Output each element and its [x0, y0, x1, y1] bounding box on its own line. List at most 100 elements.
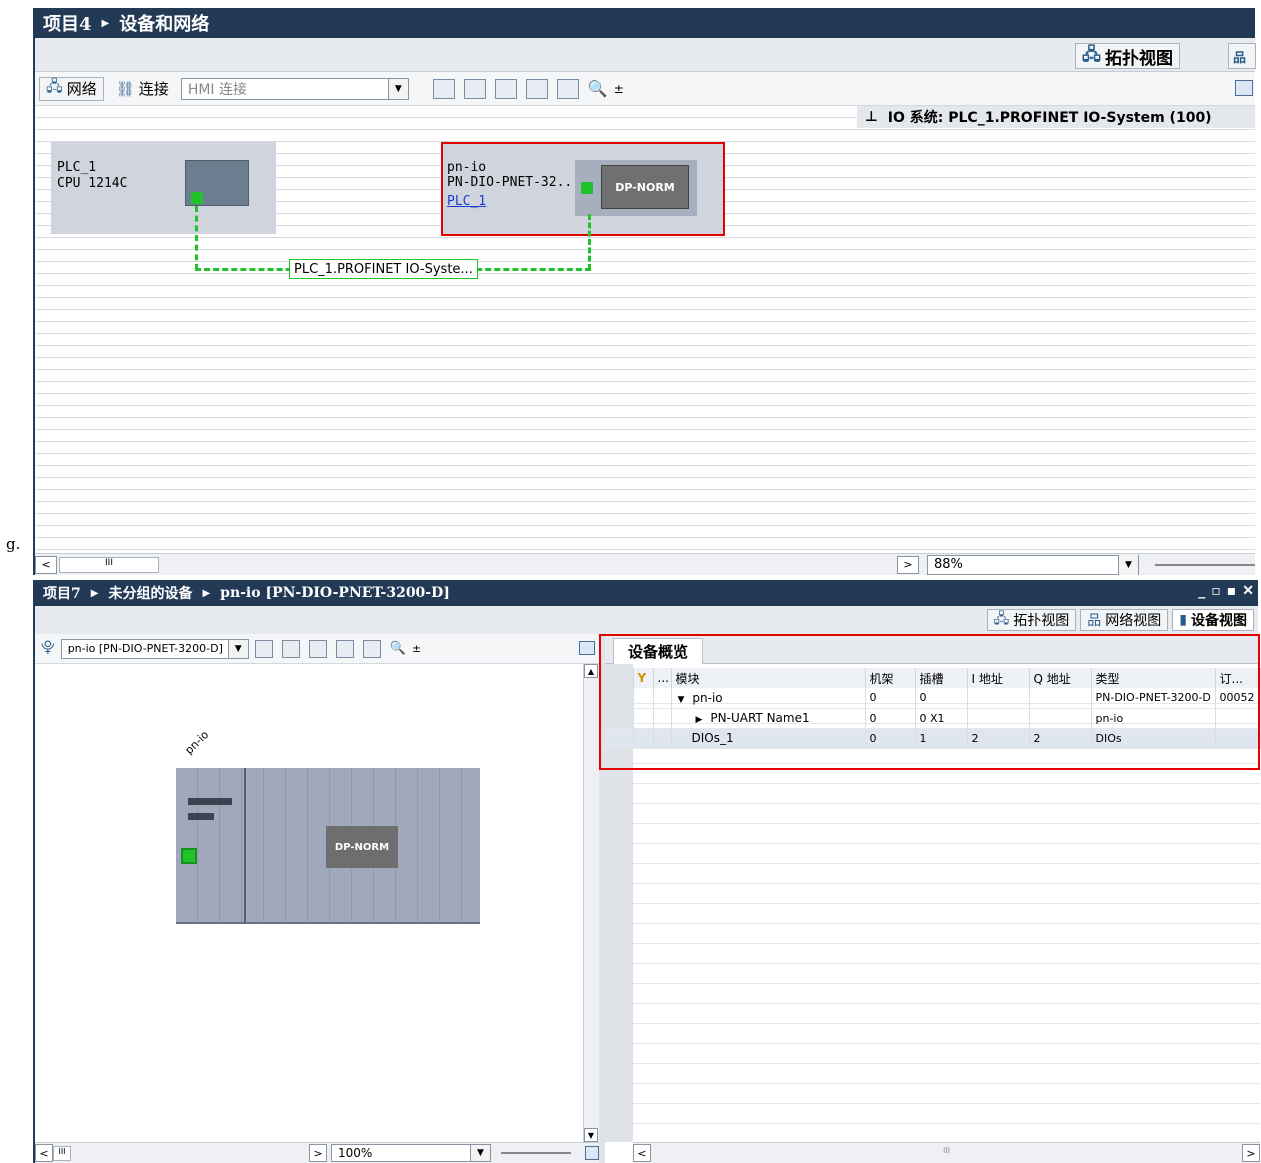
top-horizontal-scrollbar[interactable]: < III > 88% ▼ [35, 553, 1255, 575]
col-slot[interactable]: 插槽 [915, 668, 968, 688]
scroll-thumb[interactable]: III [651, 1146, 1242, 1161]
device-select[interactable]: pn-io [PN-DIO-PNET-3200-D] ▼ [60, 638, 249, 659]
bottom-breadcrumb: 项目7 ▶ 未分组的设备 ▶ pn-io [PN-DIO-PNET-3200-D… [35, 580, 1258, 606]
pnio-port-icon[interactable] [581, 182, 593, 194]
plc-device[interactable]: PLC_1 CPU 1214C [51, 142, 276, 234]
col-q-address[interactable]: Q 地址 [1029, 668, 1092, 688]
expand-panel-icon[interactable] [579, 641, 595, 655]
scroll-left-icon[interactable]: < [35, 1144, 53, 1162]
overview-horizontal-scrollbar[interactable]: < III > [633, 1142, 1260, 1163]
network-view-tab[interactable]: 品网络视图 [1080, 609, 1169, 631]
device-tree-icon[interactable]: ⯓ [41, 637, 55, 661]
grid-icon[interactable] [335, 639, 354, 658]
breadcrumb-project[interactable]: 项目7 [43, 583, 81, 603]
device-overview-tab[interactable]: 设备概览 [613, 638, 704, 664]
zoom-dropdown-icon[interactable]: ± [614, 82, 624, 96]
zoom-slider[interactable] [501, 1152, 571, 1154]
scroll-left-icon[interactable]: < [633, 1144, 651, 1162]
scroll-thumb[interactable]: III [53, 1145, 71, 1161]
pin-icon[interactable]: ⊥ [865, 109, 878, 125]
float-icon[interactable]: ▫ [1211, 583, 1221, 599]
name-toggle-icon[interactable] [281, 639, 300, 658]
order-cell: 00052 [1215, 688, 1261, 709]
breadcrumb-ungrouped[interactable]: 未分组的设备 [108, 583, 192, 603]
breadcrumb-device[interactable]: pn-io [PN-DIO-PNET-3200-D] [220, 585, 450, 601]
status-cell [653, 708, 672, 729]
scroll-right-icon[interactable]: > [897, 555, 919, 574]
port-icon[interactable] [181, 848, 197, 864]
close-icon[interactable]: ✕ [1242, 583, 1254, 599]
device-canvas[interactable]: pn-io DP-NORM [35, 664, 583, 1142]
q-cell [1029, 708, 1092, 729]
breadcrumb-devices-networks[interactable]: 设备和网络 [119, 10, 209, 36]
topology-view-button[interactable]: 🖧 拓扑视图 [1075, 43, 1180, 69]
network-button[interactable]: 🖧 网络 [39, 76, 104, 101]
profinet-io-system-label[interactable]: PLC_1.PROFINET IO-Syste... [289, 259, 478, 279]
row-header-cell [605, 728, 634, 749]
topology-view-label: 拓扑视图 [1104, 48, 1173, 69]
split-view-icon[interactable] [362, 639, 381, 658]
split-view-icon[interactable] [556, 78, 579, 99]
device-view-tab[interactable]: ▮ 设备视图 [1172, 609, 1254, 631]
col-rack[interactable]: 机架 [865, 668, 916, 688]
diagnostics-icon[interactable]: Y [633, 668, 654, 688]
table-row[interactable]: ▼ pn-io 0 0 PN-DIO-PNET-3200-D 00052 [605, 688, 1261, 709]
device-rack[interactable]: DP-NORM [176, 768, 480, 924]
pnio-plc-link[interactable]: PLC_1 [447, 194, 580, 209]
interface-bar-icon [188, 798, 232, 805]
name-toggle-icon[interactable] [432, 78, 455, 99]
network-view-icon-button[interactable]: 品 [1228, 43, 1256, 69]
col-module[interactable]: 模块 [671, 668, 866, 688]
zoom-icon[interactable]: 🔍 [390, 641, 406, 656]
col-order[interactable]: 订... [1215, 668, 1261, 688]
table-row[interactable]: DIOs_1 0 1 2 2 DIOs [605, 728, 1261, 749]
minimize-icon[interactable]: _ [1198, 583, 1205, 599]
grid-icon[interactable] [525, 78, 548, 99]
col-i-address[interactable]: I 地址 [967, 668, 1030, 688]
col-type[interactable]: 类型 [1091, 668, 1216, 688]
zoom-dropdown-icon[interactable]: ± [412, 642, 421, 655]
zoom-icon[interactable]: 🔍 [588, 79, 608, 98]
zoom-slider[interactable] [1155, 563, 1255, 566]
scroll-right-icon[interactable]: > [1242, 1144, 1260, 1162]
col-more[interactable]: ... [653, 668, 672, 688]
chevron-down-icon[interactable]: ▼ [1118, 554, 1138, 575]
maximize-icon[interactable]: ▪ [1227, 583, 1237, 599]
panel-icon[interactable] [585, 1146, 599, 1160]
zoom-select[interactable]: 88% ▼ [927, 554, 1139, 575]
plc-port-icon[interactable] [191, 192, 203, 204]
page-break-icon[interactable] [494, 78, 517, 99]
overview-icon[interactable] [254, 639, 273, 658]
zoom-select[interactable]: 100% ▼ [331, 1144, 491, 1162]
scroll-left-icon[interactable]: < [35, 555, 57, 574]
network-overview-icon[interactable] [463, 78, 486, 99]
device-horizontal-scrollbar[interactable]: < III > 100% ▼ [35, 1142, 599, 1163]
scroll-thumb[interactable]: III [59, 556, 159, 573]
pnio-device[interactable]: pn-io PN-DIO-PNET-32... PLC_1 DP-NORM [441, 142, 725, 236]
scroll-up-icon[interactable]: ▲ [584, 664, 598, 678]
table-row[interactable]: ▶ PN-UART Name1 0 0 X1 pn-io [605, 708, 1261, 729]
device-vertical-scrollbar[interactable]: ▲ ▼ [583, 664, 599, 1142]
network-canvas[interactable]: ⊥ IO 系统: PLC_1.PROFINET IO-System (100) … [35, 106, 1255, 553]
dp-norm-module[interactable]: DP-NORM [601, 165, 689, 209]
chevron-down-icon[interactable]: ▼ [470, 1145, 490, 1161]
device-name-label: pn-io [182, 728, 212, 757]
expand-icon[interactable]: ▶ [696, 715, 703, 725]
scroll-right-icon[interactable]: > [309, 1144, 327, 1162]
status-cell [633, 688, 654, 709]
scroll-down-icon[interactable]: ▼ [584, 1128, 598, 1142]
device-icon: ▮ [1179, 612, 1187, 628]
breadcrumb-project[interactable]: 项目4 [43, 10, 92, 36]
connections-button[interactable]: ⛓ 连接 [110, 77, 175, 101]
table-header-row: Y ... 模块 机架 插槽 I 地址 Q 地址 类型 订... [605, 668, 1261, 688]
chevron-down-icon[interactable]: ▼ [227, 639, 248, 658]
dp-norm-module[interactable]: DP-NORM [326, 826, 398, 868]
topology-view-tab[interactable]: 🖧 拓扑视图 [986, 609, 1077, 631]
module-name: PN-UART Name1 [710, 711, 810, 725]
eye-icon[interactable] [308, 639, 327, 658]
hmi-connection-select[interactable]: HMI 连接 ▼ [180, 77, 409, 100]
expand-panel-icon[interactable] [1235, 80, 1253, 96]
module-cell: ▶ PN-UART Name1 [671, 708, 866, 729]
chevron-down-icon[interactable]: ▼ [387, 78, 408, 99]
expand-icon[interactable]: ▼ [678, 695, 685, 705]
